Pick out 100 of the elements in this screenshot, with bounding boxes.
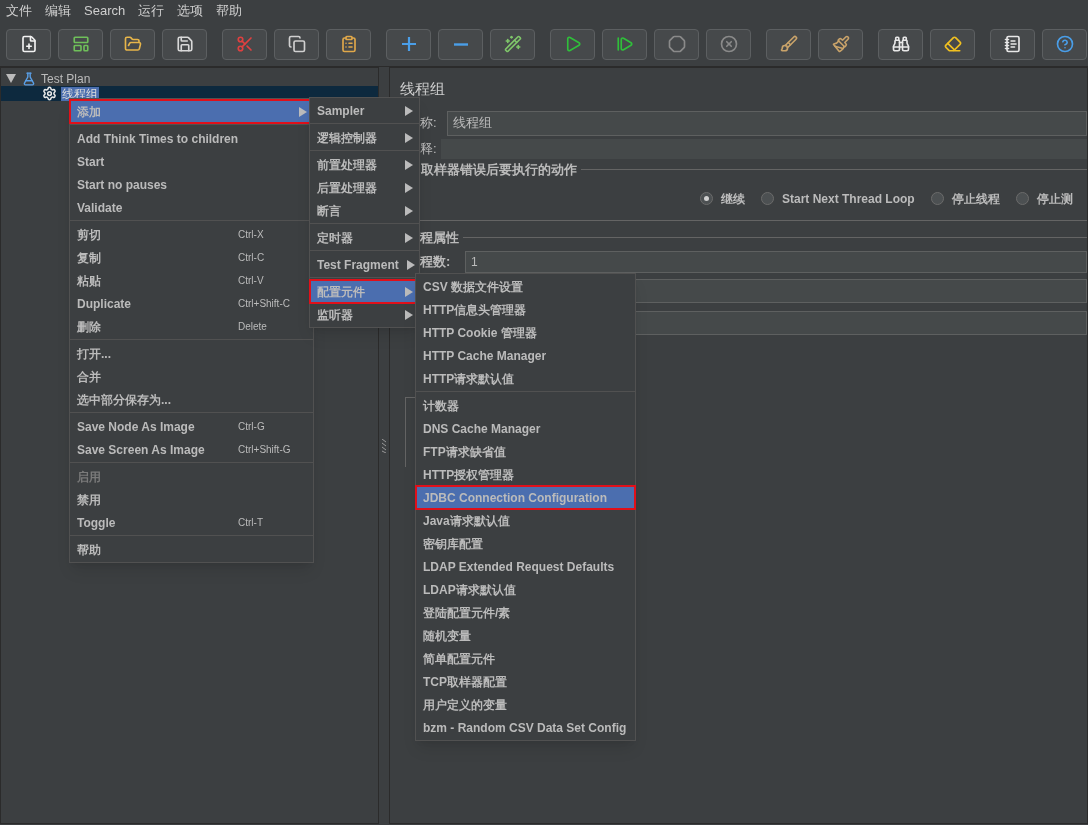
save-icon: [175, 35, 194, 53]
menu-item[interactable]: 复制 Ctrl-C: [70, 246, 313, 269]
name-field[interactable]: 线程组: [447, 110, 1087, 136]
toolbar-button[interactable]: [930, 28, 975, 60]
toolbar-button[interactable]: [878, 28, 923, 60]
toolbar-button[interactable]: [990, 28, 1035, 60]
menu-item[interactable]: 定时器: [310, 226, 419, 249]
menu-title[interactable]: 帮助: [216, 1, 243, 21]
thread-count-field[interactable]: 1: [465, 250, 1087, 273]
menu-item[interactable]: Duplicate Ctrl+Shift-C: [70, 292, 313, 315]
menu-item[interactable]: bzm - Random CSV Data Set Config: [416, 716, 635, 739]
splitter-grip-icon[interactable]: [382, 438, 386, 453]
toolbar-button[interactable]: [58, 28, 103, 60]
field-label: 释:: [420, 139, 438, 158]
menu-item[interactable]: 用户定义的变量: [416, 693, 635, 716]
section-title: 程属性: [420, 228, 459, 247]
field-label: 程数:: [420, 252, 452, 271]
notebook-icon: [1003, 35, 1022, 53]
toolbar-button[interactable]: [550, 28, 595, 60]
menu-item[interactable]: 计数器: [416, 394, 635, 417]
menu-item[interactable]: LDAP Extended Request Defaults: [416, 555, 635, 578]
menu-item[interactable]: 粘贴 Ctrl-V: [70, 269, 313, 292]
menu-item[interactable]: 断言: [310, 199, 419, 222]
radio-label: Start Next Thread Loop: [782, 190, 915, 208]
toolbar-button[interactable]: [386, 28, 431, 60]
copy-icon: [287, 35, 306, 53]
wand-icon: [503, 35, 522, 53]
menu-item[interactable]: HTTP请求默认值: [416, 367, 635, 390]
radio-button[interactable]: [1015, 192, 1029, 205]
radio-button[interactable]: [761, 192, 774, 205]
menu-item[interactable]: 合并: [70, 365, 313, 388]
toolbar-button[interactable]: [1042, 28, 1087, 60]
expand-toggle-icon[interactable]: [6, 74, 16, 83]
menu-title[interactable]: 文件: [6, 1, 32, 21]
menu-item[interactable]: Save Screen As Image Ctrl+Shift-G: [70, 438, 313, 461]
scissors-icon: [235, 35, 254, 53]
menu-item[interactable]: Start: [70, 150, 313, 173]
toolbar-button[interactable]: [490, 28, 535, 60]
menu-item[interactable]: FTP请求缺省值: [416, 440, 635, 463]
templates-icon: [71, 35, 90, 53]
eraser-icon: [943, 35, 962, 53]
new-file-icon: [19, 35, 38, 53]
menu-item[interactable]: HTTP授权管理器: [416, 463, 635, 486]
tree-node[interactable]: Test Plan: [40, 71, 92, 86]
radio-label: 停止线程: [951, 190, 1000, 208]
flask-icon: [22, 71, 36, 86]
binoculars-icon: [891, 35, 910, 53]
menu-item[interactable]: 随机变量: [416, 624, 635, 647]
toolbar-button[interactable]: [110, 28, 155, 60]
menu-item[interactable]: 简单配置元件: [416, 647, 635, 670]
menu-item[interactable]: TCP取样器配置: [416, 670, 635, 693]
menu-item[interactable]: 选中部分保存为...: [70, 388, 313, 411]
toolbar-button[interactable]: [326, 28, 371, 60]
radio-label: 停止测: [1036, 190, 1073, 208]
field-label: 称:: [420, 114, 438, 133]
menu-item[interactable]: 逻辑控制器: [310, 126, 419, 149]
menu-item[interactable]: DNS Cache Manager: [416, 417, 635, 440]
menu-item[interactable]: 前置处理器: [310, 153, 419, 176]
menu-item[interactable]: Validate: [70, 196, 313, 219]
menu-title[interactable]: 编辑: [45, 1, 71, 21]
play-step-icon: [615, 35, 634, 53]
menu-item[interactable]: CSV 数据文件设置: [416, 275, 635, 298]
menu-item[interactable]: 禁用: [70, 488, 313, 511]
toolbar-button[interactable]: [766, 28, 811, 60]
menu-item[interactable]: HTTP信息头管理器: [416, 298, 635, 321]
menu-item[interactable]: Java请求默认值: [416, 509, 635, 532]
menu-item[interactable]: 剪切 Ctrl-X: [70, 223, 313, 246]
menu-item[interactable]: Save Node As Image Ctrl-G: [70, 415, 313, 438]
broom-icon: [779, 35, 798, 53]
menu-item[interactable]: 打开...: [70, 342, 313, 365]
menu-item[interactable]: 删除 Delete: [70, 315, 313, 338]
menu-item[interactable]: Sampler: [310, 99, 419, 122]
toolbar-button[interactable]: [818, 28, 863, 60]
menu-item[interactable]: Add Think Times to children: [70, 127, 313, 150]
menu-item[interactable]: 登陆配置元件/素: [416, 601, 635, 624]
menu-title[interactable]: 选项: [177, 1, 204, 21]
menu-item[interactable]: Start no pauses: [70, 173, 313, 196]
toolbar-button[interactable]: [162, 28, 207, 60]
comment-field[interactable]: [441, 138, 1087, 159]
menu-item[interactable]: HTTP Cache Manager: [416, 344, 635, 367]
menu-item[interactable]: 监听器: [310, 303, 419, 326]
menu-item[interactable]: LDAP请求默认值: [416, 578, 635, 601]
clipboard-icon: [339, 35, 358, 53]
toolbar-button[interactable]: [6, 28, 51, 60]
radio-button[interactable]: [930, 192, 944, 205]
toolbar-button[interactable]: [274, 28, 319, 60]
menu-title[interactable]: 运行: [138, 1, 165, 21]
radio-button[interactable]: [700, 192, 713, 205]
menu-item[interactable]: 后置处理器: [310, 176, 419, 199]
menu-title[interactable]: Search: [84, 1, 126, 21]
brooms-icon: [831, 35, 850, 53]
menu-item[interactable]: Test Fragment: [310, 253, 419, 276]
menu-item[interactable]: 密钥库配置: [416, 532, 635, 555]
shutdown-icon: [719, 35, 738, 53]
plus-icon: [401, 37, 416, 51]
menu-item[interactable]: Toggle Ctrl-T: [70, 511, 313, 534]
menu-item[interactable]: 帮助: [70, 538, 313, 561]
toolbar-button[interactable]: [602, 28, 647, 60]
panel-title: 线程组: [400, 79, 446, 99]
menu-item[interactable]: HTTP Cookie 管理器: [416, 321, 635, 344]
